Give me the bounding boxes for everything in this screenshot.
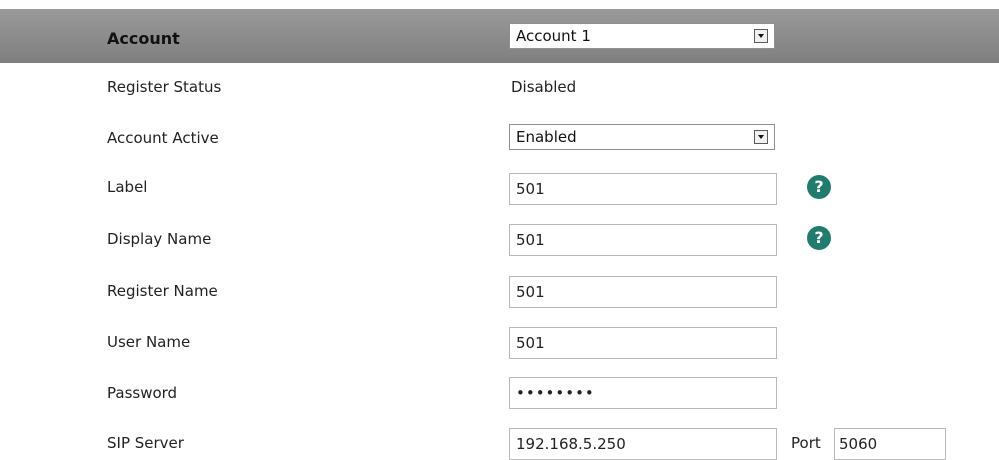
- account-active-label: Account Active: [107, 129, 219, 147]
- sip-server-label: SIP Server: [107, 434, 184, 452]
- label-field-label: Label: [107, 178, 148, 196]
- user-name-input[interactable]: [509, 327, 777, 359]
- chevron-down-icon[interactable]: [754, 29, 768, 43]
- account-select[interactable]: Account 1: [509, 23, 775, 49]
- register-status-label: Register Status: [107, 78, 222, 96]
- user-name-label: User Name: [107, 333, 191, 351]
- display-name-label: Display Name: [107, 230, 212, 248]
- chevron-down-icon[interactable]: [754, 130, 768, 144]
- label-input[interactable]: [509, 173, 777, 205]
- display-name-input[interactable]: [509, 224, 777, 256]
- top-strip: [0, 0, 999, 9]
- register-name-input[interactable]: [509, 276, 777, 308]
- question-mark-icon[interactable]: ?: [807, 226, 831, 250]
- password-label: Password: [107, 384, 178, 402]
- question-mark-icon[interactable]: ?: [807, 175, 831, 199]
- port-label: Port: [791, 434, 821, 452]
- register-status-value: Disabled: [511, 78, 577, 96]
- account-header-label: Account: [107, 29, 180, 48]
- register-name-label: Register Name: [107, 282, 218, 300]
- account-active-select-value: Enabled: [516, 128, 577, 146]
- port-input[interactable]: [834, 428, 946, 460]
- password-input[interactable]: [509, 377, 777, 409]
- account-select-value: Account 1: [516, 27, 591, 45]
- account-header-bar: Account Account 1: [0, 9, 999, 63]
- sip-server-input[interactable]: [509, 428, 777, 460]
- account-active-select[interactable]: Enabled: [509, 124, 775, 150]
